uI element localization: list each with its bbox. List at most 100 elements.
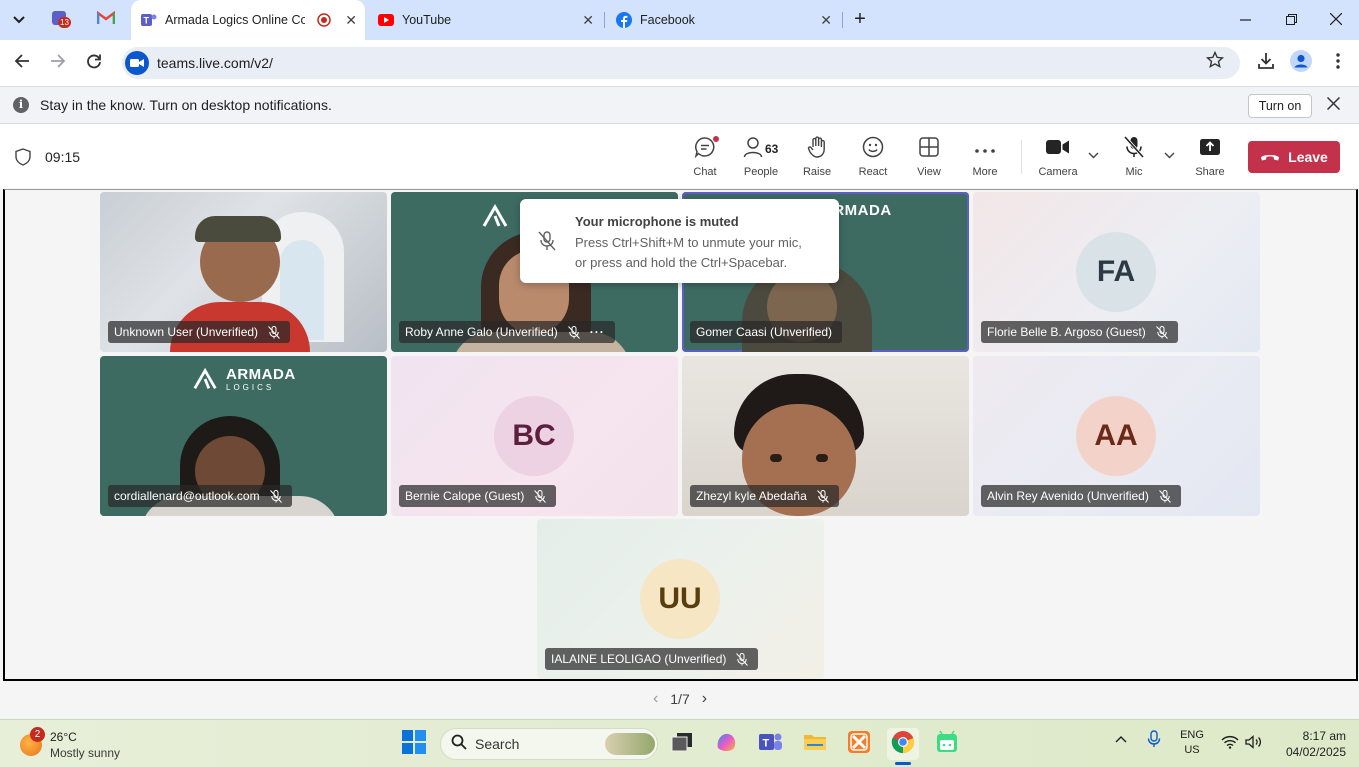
file-explorer-button[interactable]	[799, 728, 831, 760]
taskbar-search[interactable]: Search	[440, 728, 658, 760]
tab-search-menu-button[interactable]	[6, 8, 32, 32]
react-label: React	[858, 166, 888, 178]
participant-name: Zhezyl kyle Abedaña	[696, 489, 807, 503]
mic-off-icon	[1158, 489, 1171, 503]
tab-armada-logics[interactable]: T Armada Logics Online Codi ✕	[131, 0, 365, 40]
mic-off-icon	[1123, 135, 1145, 163]
teams-icon: T	[141, 12, 157, 28]
participant-avatar: FA	[1076, 232, 1156, 312]
chat-button[interactable]: Chat	[677, 135, 733, 186]
toast-body: Press Ctrl+Shift+M to unmute your mic, o…	[575, 233, 833, 273]
gallery-pager: ‹ 1/7 ›	[640, 689, 720, 709]
armada-logo-watermark	[481, 204, 511, 228]
camera-options-chevron-icon[interactable]	[1088, 150, 1099, 162]
copilot-button[interactable]	[710, 728, 742, 760]
participant-name-tag: Gomer Caasi (Unverified)	[690, 321, 843, 343]
more-button[interactable]: More	[957, 136, 1013, 186]
wifi-icon[interactable]	[1221, 735, 1239, 752]
participant-tile[interactable]: Unknown User (Unverified)	[100, 192, 387, 352]
recording-icon	[317, 13, 331, 30]
camera-button[interactable]: Camera	[1030, 136, 1086, 186]
raise-hand-button[interactable]: Raise	[789, 135, 845, 186]
next-page-icon[interactable]: ›	[702, 690, 707, 708]
android-studio-button[interactable]	[931, 728, 963, 760]
participant-tile[interactable]: AA Alvin Rey Avenido (Unverified)	[973, 356, 1260, 516]
search-icon	[451, 734, 467, 755]
view-label: View	[917, 166, 941, 178]
weather-widget[interactable]: 2 26°C Mostly sunny	[18, 727, 158, 762]
turn-on-notifications-button[interactable]: Turn on	[1248, 94, 1312, 118]
participant-tile[interactable]: UU IALAINE LEOLIGAO (Unverified)	[537, 519, 824, 679]
browser-toolbar: teams.live.com/v2/	[0, 40, 1359, 86]
restore-button[interactable]	[1278, 8, 1304, 32]
minimize-button[interactable]	[1232, 8, 1258, 32]
leave-button[interactable]: Leave	[1248, 141, 1340, 173]
close-tab-icon[interactable]: ✕	[820, 12, 832, 29]
toast-line: or press and hold the Ctrl+Spacebar.	[575, 255, 788, 270]
address-bar[interactable]: teams.live.com/v2/	[122, 47, 1240, 79]
more-label: More	[972, 166, 998, 178]
mic-off-icon	[816, 489, 829, 503]
arrow-left-icon	[14, 53, 30, 73]
mic-button[interactable]: Mic	[1106, 135, 1162, 186]
meeting-control-bar: 09:15 Chat 63 People Raise React View Mo…	[0, 124, 1359, 188]
xampp-button[interactable]	[843, 728, 875, 760]
browser-menu-button[interactable]	[1325, 50, 1351, 76]
folder-icon	[803, 732, 827, 757]
teams-icon: T	[759, 731, 783, 758]
teams-taskbar-button[interactable]: T	[755, 728, 787, 760]
tab-youtube[interactable]: YouTube ✕	[368, 0, 602, 40]
unread-dot	[713, 135, 719, 142]
mic-options-chevron-icon[interactable]	[1164, 150, 1175, 162]
task-view-button[interactable]	[666, 728, 698, 760]
chat-icon	[694, 135, 719, 163]
mic-off-icon	[268, 325, 280, 339]
leave-label: Leave	[1288, 149, 1328, 165]
mic-off-icon	[538, 231, 556, 256]
react-button[interactable]: React	[845, 136, 901, 186]
pinned-tab-teams-notif[interactable]: 13	[49, 9, 71, 31]
close-tab-icon[interactable]: ✕	[582, 12, 594, 29]
video-camera-icon	[1046, 139, 1070, 160]
bookmark-star-icon[interactable]	[1205, 50, 1225, 74]
downloads-button[interactable]	[1253, 50, 1279, 76]
profile-button[interactable]	[1288, 49, 1314, 77]
participant-tile[interactable]: ARMADA LOGICS cordiallenard@outlook.com	[100, 356, 387, 516]
chrome-icon	[891, 730, 915, 759]
system-clock[interactable]: 8:17 am 04/02/2025	[1270, 728, 1346, 760]
start-button[interactable]	[398, 728, 430, 760]
people-icon	[743, 136, 763, 163]
close-infobar-icon[interactable]	[1326, 94, 1341, 115]
forward-button[interactable]	[45, 50, 71, 76]
reload-button[interactable]	[81, 50, 107, 76]
tab-facebook[interactable]: Facebook ✕	[606, 0, 840, 40]
view-button[interactable]: View	[901, 136, 957, 186]
mic-off-icon	[534, 489, 547, 503]
volume-icon[interactable]	[1245, 735, 1263, 752]
more-options-icon[interactable]: ···	[590, 325, 605, 339]
pinned-tab-gmail[interactable]	[95, 9, 117, 31]
participant-tile[interactable]: Zhezyl kyle Abedaña	[682, 356, 969, 516]
raise-label: Raise	[802, 166, 832, 178]
temperature: 26°C	[50, 730, 77, 744]
participant-tile[interactable]: FA Florie Belle B. Argoso (Guest)	[973, 192, 1260, 352]
armada-logo-watermark: ARMADA LOGICS	[192, 366, 296, 392]
plus-icon: +	[854, 8, 866, 30]
back-button[interactable]	[9, 50, 35, 76]
input-language-indicator[interactable]: ENG US	[1178, 728, 1206, 758]
share-button[interactable]: Share	[1182, 136, 1238, 186]
microphone-icon[interactable]	[1147, 730, 1161, 751]
chrome-button[interactable]	[887, 728, 919, 760]
previous-page-icon[interactable]: ‹	[653, 690, 658, 708]
people-button[interactable]: 63 People	[733, 136, 789, 186]
new-tab-button[interactable]: +	[849, 8, 871, 32]
copilot-icon	[714, 730, 738, 759]
profile-avatar-icon	[1290, 49, 1312, 77]
participant-avatar: UU	[640, 559, 720, 639]
chevron-down-icon	[13, 13, 25, 27]
close-window-button[interactable]	[1323, 8, 1349, 32]
arrow-right-icon	[50, 53, 66, 73]
show-hidden-icons-chevron-icon[interactable]	[1115, 732, 1127, 746]
close-tab-icon[interactable]: ✕	[345, 12, 357, 29]
participant-tile[interactable]: BC Bernie Calope (Guest)	[391, 356, 678, 516]
